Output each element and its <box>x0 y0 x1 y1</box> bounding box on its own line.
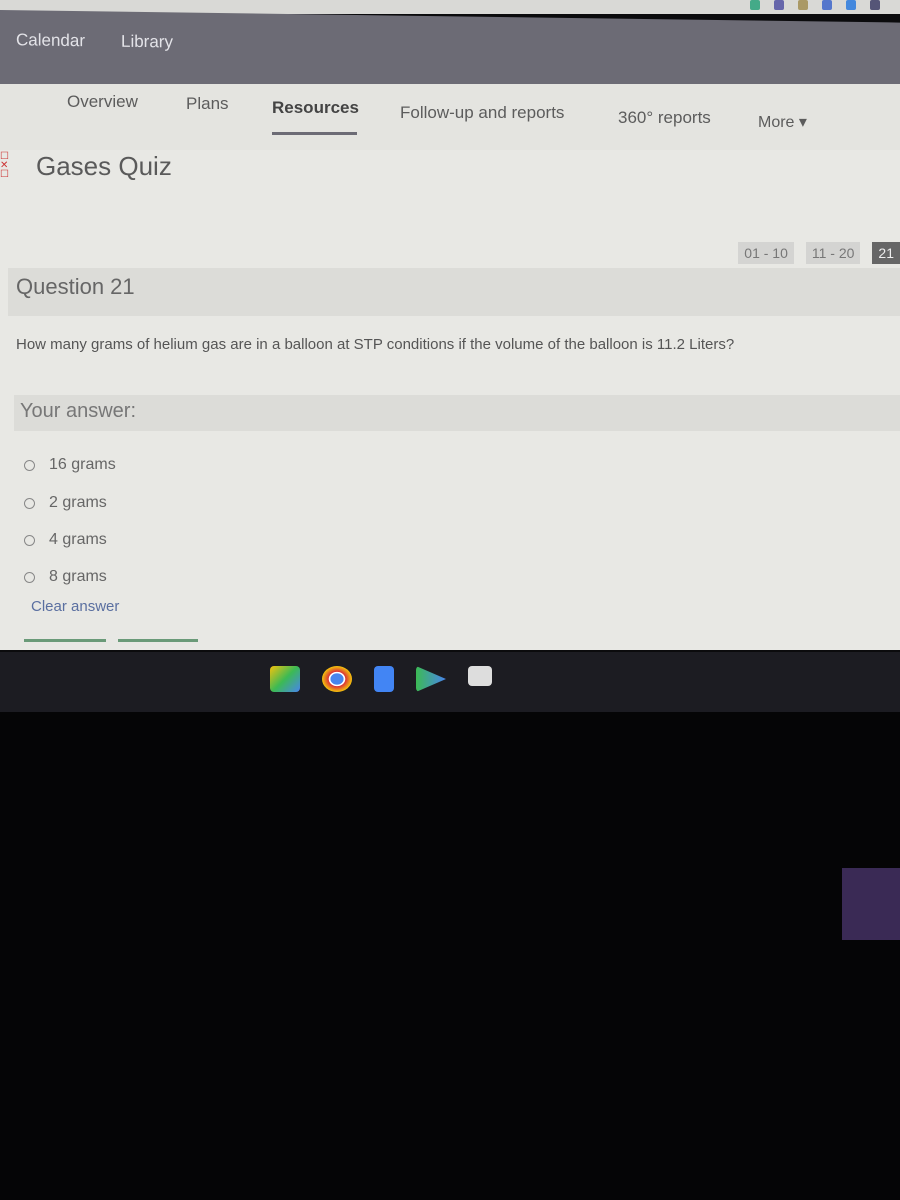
radio-button[interactable] <box>24 571 35 583</box>
question-pager: 01 - 10 11 - 20 21 <box>738 242 900 264</box>
page-title: Gases Quiz <box>36 151 172 181</box>
extension-icon[interactable] <box>750 0 760 10</box>
option-label: 8 grams <box>49 568 107 585</box>
nav-button-bar[interactable] <box>118 639 198 642</box>
quiz-icon: ☐ ✕ ☐ <box>0 151 9 180</box>
tab-overview[interactable]: Overview <box>67 92 138 112</box>
answer-label: Your answer: <box>20 400 136 422</box>
extension-icon[interactable] <box>774 0 784 10</box>
chrome-icon[interactable] <box>322 666 352 692</box>
tab-360-reports[interactable]: 360° reports <box>618 108 711 128</box>
extension-icon[interactable] <box>798 0 808 10</box>
window-edge <box>842 868 900 940</box>
extension-icon[interactable] <box>870 0 880 10</box>
option-2-grams[interactable]: 2 grams <box>24 494 107 512</box>
question-text: How many grams of helium gas are in a ba… <box>16 336 735 353</box>
pager-21[interactable]: 21 <box>872 242 900 264</box>
question-label: Question 21 <box>16 274 135 299</box>
nav-button-bar[interactable] <box>24 639 106 642</box>
extension-icons <box>750 0 880 10</box>
play-store-icon[interactable] <box>416 666 446 692</box>
tab-resources[interactable]: Resources <box>272 98 359 118</box>
tab-plans[interactable]: Plans <box>186 94 229 114</box>
keyboard-area <box>0 712 900 1200</box>
option-label: 4 grams <box>49 531 107 548</box>
google-docs-icon[interactable] <box>374 666 394 692</box>
pager-01-10[interactable]: 01 - 10 <box>738 242 794 264</box>
nav-library[interactable]: Library <box>121 32 173 53</box>
tab-follow-up-reports[interactable]: Follow-up and reports <box>400 103 564 123</box>
option-label: 16 grams <box>49 456 116 473</box>
pager-11-20[interactable]: 11 - 20 <box>805 242 861 264</box>
option-8-grams[interactable]: 8 grams <box>24 568 107 586</box>
google-drive-icon[interactable] <box>270 666 300 692</box>
question-header: Question 21 <box>8 268 900 316</box>
nav-calendar[interactable]: Calendar <box>16 30 85 51</box>
clear-answer-link[interactable]: Clear answer <box>31 598 119 615</box>
sub-navigation: Overview Plans Resources Follow-up and r… <box>0 84 900 150</box>
tab-more-dropdown[interactable]: More ▾ <box>758 112 807 132</box>
shelf-apps <box>270 666 492 692</box>
active-tab-indicator <box>272 132 357 135</box>
option-label: 2 grams <box>49 494 107 511</box>
radio-button[interactable] <box>24 459 35 471</box>
gmail-icon[interactable] <box>468 666 492 686</box>
option-4-grams[interactable]: 4 grams <box>24 531 107 549</box>
answer-header: Your answer: <box>14 395 900 431</box>
option-16-grams[interactable]: 16 grams <box>24 456 116 474</box>
radio-button[interactable] <box>24 534 35 546</box>
radio-button[interactable] <box>24 497 35 509</box>
extension-icon[interactable] <box>822 0 832 10</box>
extension-icon[interactable] <box>846 0 856 10</box>
